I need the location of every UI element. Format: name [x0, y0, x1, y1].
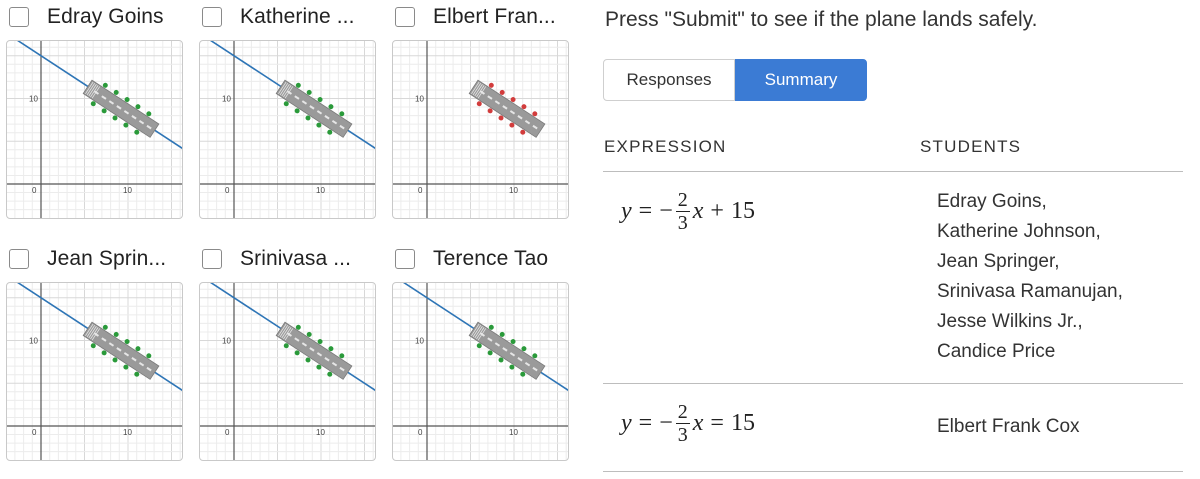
card-header: Edray Goins — [0, 0, 164, 34]
card-header: Katherine ... — [193, 0, 355, 34]
summary-panel: Press "Submit" to see if the plane lands… — [603, 0, 1183, 479]
card-header: Jean Sprin... — [0, 242, 166, 276]
card-header: Elbert Fran... — [386, 0, 556, 34]
expr-lhs: y — [621, 198, 632, 224]
expr-variable: x — [692, 198, 704, 224]
table-divider — [603, 171, 1183, 172]
plane-icon — [468, 321, 546, 380]
x-tick-label: 10 — [509, 186, 518, 195]
origin-label: 0 — [418, 186, 423, 195]
expr-sign: − — [659, 198, 673, 224]
expr-variable: x — [692, 410, 704, 436]
fraction-denominator: 3 — [677, 424, 688, 446]
expr-equals: = — [638, 410, 653, 436]
fraction-numerator: 2 — [675, 401, 690, 424]
plane-icon — [275, 321, 353, 380]
origin-label: 0 — [225, 428, 230, 437]
origin-label: 0 — [32, 428, 37, 437]
expr-constant: 15 — [730, 198, 755, 224]
select-checkbox[interactable] — [9, 7, 29, 27]
graph-thumbnail[interactable]: 10 0 10 — [199, 282, 376, 461]
expr-sign: − — [659, 410, 673, 436]
select-checkbox[interactable] — [395, 249, 415, 269]
expr-fraction: 2 3 — [675, 189, 690, 234]
expr-equals: = — [638, 198, 653, 224]
expression-1: y = − 2 3 x + 15 — [621, 190, 755, 233]
select-checkbox[interactable] — [395, 7, 415, 27]
card-header: Srinivasa ... — [193, 242, 351, 276]
expression-column-header: EXPRESSION — [604, 137, 727, 156]
y-tick-label: 10 — [29, 337, 38, 346]
student-name: Katherine ... — [240, 5, 355, 28]
graph-svg: 10 0 10 — [200, 283, 375, 460]
origin-label: 0 — [32, 186, 37, 195]
student-entry: Candice Price — [937, 341, 1056, 362]
student-entry: Jean Springer, — [937, 251, 1060, 272]
graph-thumbnail[interactable]: 10 0 10 — [6, 40, 183, 219]
expr-operator: = — [710, 410, 724, 436]
fraction-denominator: 3 — [677, 212, 688, 234]
card-header: Terence Tao — [386, 242, 548, 276]
view-tabs: Responses Summary — [603, 59, 867, 101]
expr-fraction: 2 3 — [675, 401, 690, 446]
x-tick-label: 10 — [509, 428, 518, 437]
y-tick-label: 10 — [29, 95, 38, 104]
graph-thumbnail[interactable]: 10 0 10 — [392, 40, 569, 219]
student-entry: Edray Goins, — [937, 191, 1047, 212]
plane-icon — [468, 79, 546, 138]
student-name: Elbert Fran... — [433, 5, 556, 28]
y-tick-label: 10 — [222, 95, 231, 104]
table-divider — [603, 383, 1183, 384]
student-entry: Elbert Frank Cox — [937, 416, 1080, 437]
table-divider — [603, 471, 1183, 472]
y-tick-label: 10 — [415, 337, 424, 346]
select-checkbox[interactable] — [202, 249, 222, 269]
x-tick-label: 10 — [316, 186, 325, 195]
select-checkbox[interactable] — [202, 7, 222, 27]
instruction-text: Press "Submit" to see if the plane lands… — [605, 8, 1038, 31]
tab-summary[interactable]: Summary — [735, 59, 867, 101]
tab-responses[interactable]: Responses — [603, 59, 735, 101]
student-name: Edray Goins — [47, 5, 164, 28]
y-tick-label: 10 — [222, 337, 231, 346]
graph-svg: 10 0 10 — [393, 283, 568, 460]
select-checkbox[interactable] — [9, 249, 29, 269]
student-entry: Jesse Wilkins Jr., — [937, 311, 1083, 332]
graph-svg: 10 0 10 — [7, 283, 182, 460]
plane-icon — [82, 321, 160, 380]
students-list-2: Elbert Frank Cox — [937, 412, 1080, 442]
plane-icon — [275, 79, 353, 138]
origin-label: 0 — [418, 428, 423, 437]
students-list-1: Edray Goins, Katherine Johnson, Jean Spr… — [937, 187, 1123, 367]
x-tick-label: 10 — [123, 428, 132, 437]
student-name: Terence Tao — [433, 247, 549, 270]
fraction-numerator: 2 — [675, 189, 690, 212]
expr-constant: 15 — [730, 410, 755, 436]
student-name: Jean Sprin... — [47, 247, 167, 270]
graph-svg: 10 0 10 — [393, 41, 568, 218]
student-entry: Srinivasa Ramanujan, — [937, 281, 1123, 302]
graph-thumbnail[interactable]: 10 0 10 — [199, 40, 376, 219]
students-column-header: STUDENTS — [920, 137, 1022, 156]
expression-2: y = − 2 3 x = 15 — [621, 402, 755, 445]
graph-thumbnail[interactable]: 10 0 10 — [6, 282, 183, 461]
student-entry: Katherine Johnson, — [937, 221, 1101, 242]
graph-svg: 10 0 10 — [7, 41, 182, 218]
x-tick-label: 10 — [123, 186, 132, 195]
graph-svg: 10 0 10 — [200, 41, 375, 218]
expr-operator: + — [710, 198, 724, 224]
y-tick-label: 10 — [415, 95, 424, 104]
graph-thumbnail[interactable]: 10 0 10 — [392, 282, 569, 461]
origin-label: 0 — [225, 186, 230, 195]
student-name: Srinivasa ... — [240, 247, 352, 270]
x-tick-label: 10 — [316, 428, 325, 437]
expr-lhs: y — [621, 410, 632, 436]
plane-icon — [82, 79, 160, 138]
